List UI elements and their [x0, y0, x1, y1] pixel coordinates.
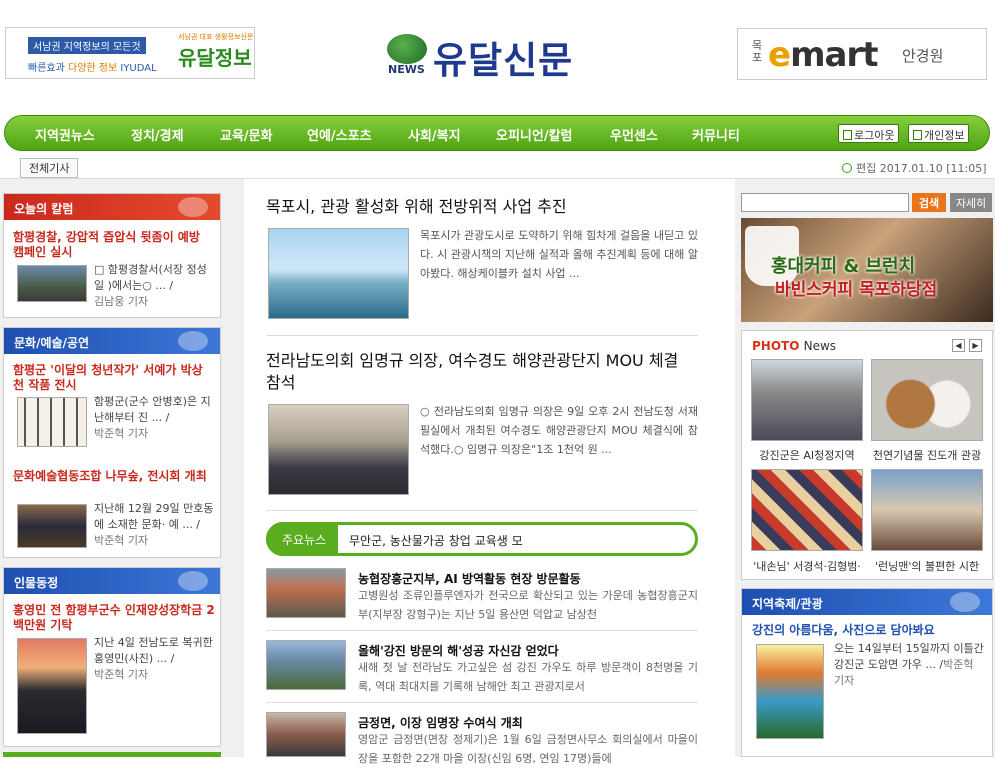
culture-article1-summary: 함평군(군수 안병호)은 지난해부터 진 ... / 박준혁 기자	[94, 395, 211, 440]
column-box: 오늘의 칼럼 함평경찰, 강압적 즙압식 뒷좀이 예방 캠페인 실시 □ 함평경…	[3, 193, 221, 318]
banner-slogan: 빠른효과 다양한 정보 IYUDAL	[28, 63, 157, 74]
news2-thumbnail[interactable]	[266, 640, 346, 690]
people-summary: 지난 4일 전남도로 복귀한 홍영민(사진) ... / 박준혁 기자	[94, 636, 213, 681]
search-button[interactable]: 검색	[912, 193, 946, 212]
top-article2-thumbnail[interactable]	[268, 404, 409, 495]
nav-item-opinion[interactable]: 오피니언/칼럼	[496, 125, 573, 144]
top-article1-summary: 목포시가 관광도시로 도약하기 위해 힘차게 걸음을 내딛고 있다. 시 관광시…	[420, 229, 698, 280]
people-header[interactable]: 인물동정	[4, 568, 220, 594]
yudal-info-banner[interactable]: 서남권 지역정보의 모든것 빠른효과 다양한 정보 IYUDAL 서남권 대표 …	[5, 27, 255, 79]
photo4-thumbnail[interactable]	[871, 469, 983, 551]
column-thumbnail[interactable]	[17, 265, 87, 302]
user-icon	[913, 130, 922, 140]
main-news-ticker-text[interactable]: 무안군, 농산물가공 창업 교육생 모	[349, 532, 523, 549]
culture-article2-summary: 지난해 12월 29일 만호동에 소재한 문화· 예 ... / 박준혁 기자	[94, 502, 214, 547]
top-article1-thumbnail[interactable]	[268, 228, 409, 319]
all-articles-button[interactable]: 전체기사	[20, 158, 79, 178]
festival-summary: 오는 14일부터 15일까지 이틀간 강진군 도암면 가우 ... /박준혁 기…	[834, 642, 984, 687]
column-summary: □ 함평경찰서(서장 정성일 )에서는○ ... / 김남웅 기자	[94, 263, 207, 308]
column-title[interactable]: 함평경찰, 강압적 즙압식 뒷좀이 예방 캠페인 실시	[13, 230, 213, 260]
photo1-caption[interactable]: 강진군은 AI청정지역	[751, 447, 863, 463]
logo-title: 유달신문	[433, 39, 574, 82]
next-box-edge	[3, 752, 221, 757]
banner-tagline: 서남권 지역정보의 모든것	[28, 37, 146, 54]
logout-button[interactable]: 로그아웃	[838, 124, 900, 143]
culture-article2-thumbnail[interactable]	[17, 504, 87, 548]
culture-header[interactable]: 문화/예술/공연	[4, 328, 220, 354]
news2-summary: 새해 첫 날 전라남도 가고싶은 섬 강진 가우도 하루 방문객이 8천명을 기…	[358, 661, 698, 693]
site-logo[interactable]: NEWS 유달신문	[387, 30, 617, 82]
news1-title[interactable]: 농협장흥군지부, AI 방역활동 현장 방문활동	[358, 570, 581, 587]
culture-article1-thumbnail[interactable]	[17, 397, 87, 447]
globe-icon	[178, 571, 208, 591]
nav-item-politics[interactable]: 정치/경제	[131, 125, 184, 144]
news1-thumbnail[interactable]	[266, 568, 346, 618]
emart-logo: emart	[768, 35, 878, 75]
culture-box: 문화/예술/공연 함평군 '이달의 청년작가' 서예가 박상천 작품 전시 함평…	[3, 327, 221, 558]
photo1-thumbnail[interactable]	[751, 359, 863, 441]
detail-search-button[interactable]: 자세히	[950, 193, 992, 212]
clock-icon	[842, 163, 852, 173]
top-article1-title[interactable]: 목포시, 관광 활성화 위해 전방위적 사업 추진	[266, 196, 698, 218]
nav-item-education[interactable]: 교육/문화	[220, 125, 273, 144]
logout-icon	[843, 130, 852, 140]
divider	[266, 630, 698, 631]
news3-summary: 영암군 금정면(면장 정제기)은 1월 6일 금정면사무소 회의실에서 마을이장…	[358, 733, 698, 765]
nav-item-community[interactable]: 커뮤니티	[692, 125, 740, 144]
edit-time: 편집 2017.01.10 [11:05]	[842, 160, 987, 176]
cafe-ad-line2: 바빈스커피 목포하당점	[775, 280, 938, 300]
cafe-ad-banner[interactable]: 홍대커피 & 브런치 바빈스커피 목포하당점	[741, 218, 993, 322]
main-news-label: 주요뉴스	[266, 522, 338, 556]
divider	[266, 702, 698, 703]
news3-thumbnail[interactable]	[266, 712, 346, 757]
festival-title[interactable]: 강진의 아름다움, 사진으로 담아봐요	[752, 623, 988, 638]
main-nav: 지역권뉴스 정치/경제 교육/문화 연예/스포츠 사회/복지 오피니언/칼럼 우…	[4, 115, 990, 151]
laptop-icon	[178, 197, 208, 217]
photo-news-box: PHOTO News ◀ ▶ 강진군은 AI청정지역 천연기념물 진도개 관광 …	[741, 330, 993, 580]
festival-header[interactable]: 지역축제/관광	[742, 589, 992, 615]
news3-title[interactable]: 금정면, 이장 임명장 수여식 개최	[358, 714, 523, 731]
photo2-caption[interactable]: 천연기념물 진도개 관광	[871, 447, 983, 463]
people-box: 인물동정 홍영민 전 함평부군수 인재양성장학금 2백만원 기탁 지난 4일 전…	[3, 567, 221, 747]
globe-icon	[950, 592, 980, 612]
profile-button[interactable]: 개인정보	[908, 124, 970, 143]
banner-brand: 유달정보	[178, 46, 252, 70]
emart-store: 안경원	[902, 47, 944, 65]
photo-news-header: PHOTO News	[752, 339, 837, 353]
people-thumbnail[interactable]	[17, 638, 87, 734]
nav-item-society[interactable]: 사회/복지	[408, 125, 461, 144]
divider	[266, 510, 698, 511]
culture-article1-title[interactable]: 함평군 '이달의 청년작가' 서예가 박상천 작품 전시	[13, 363, 213, 393]
top-article2-summary: ○ 전라남도의회 임명규 의장은 9일 오후 2시 전남도청 서재필실에서 개최…	[420, 405, 698, 456]
banner-brand-sub: 서남권 대표 생활정보신문	[178, 33, 254, 41]
photo3-thumbnail[interactable]	[751, 469, 863, 551]
news1-summary: 고병원성 조류인플루엔자가 전국으로 확산되고 있는 가운데 농협장흥군지부(지…	[358, 589, 698, 621]
nav-item-region[interactable]: 지역권뉴스	[35, 125, 95, 144]
photo4-caption[interactable]: '런닝맨'의 불편한 시한	[871, 558, 983, 574]
nav-item-entertainment[interactable]: 연예/스포츠	[307, 125, 372, 144]
globe-icon	[178, 331, 208, 351]
next-arrow-icon[interactable]: ▶	[969, 339, 982, 352]
globe-icon	[387, 34, 427, 64]
festival-thumbnail[interactable]	[756, 644, 824, 739]
news2-title[interactable]: 올해'강진 방문의 해'성공 자신감 얻었다	[358, 642, 559, 659]
culture-article2-title[interactable]: 문화예술협동조합 나무숲, 전시회 개최	[13, 469, 213, 484]
top-article2-title[interactable]: 전라남도의회 임명규 의장, 여수경도 해양관광단지 MOU 체결 참석	[266, 350, 698, 394]
search-input[interactable]	[741, 193, 909, 212]
festival-box: 지역축제/관광 강진의 아름다움, 사진으로 담아봐요 오는 14일부터 15일…	[741, 588, 993, 757]
column-header[interactable]: 오늘의 칼럼	[4, 194, 220, 220]
emart-prefix: 목포	[752, 39, 763, 64]
emart-banner[interactable]: 목포 emart 안경원	[737, 28, 987, 80]
photo3-caption[interactable]: '내손님' 서경석·김형범·	[751, 558, 863, 574]
nav-item-womensense[interactable]: 우먼센스	[610, 125, 658, 144]
main-news-ticker[interactable]: 주요뉴스 무안군, 농산물가공 창업 교육생 모	[266, 522, 698, 556]
prev-arrow-icon[interactable]: ◀	[952, 339, 965, 352]
photo2-thumbnail[interactable]	[871, 359, 983, 441]
people-title[interactable]: 홍영민 전 함평부군수 인재양성장학금 2백만원 기탁	[13, 603, 218, 633]
logo-news-text: NEWS	[388, 63, 425, 76]
divider	[266, 335, 698, 336]
